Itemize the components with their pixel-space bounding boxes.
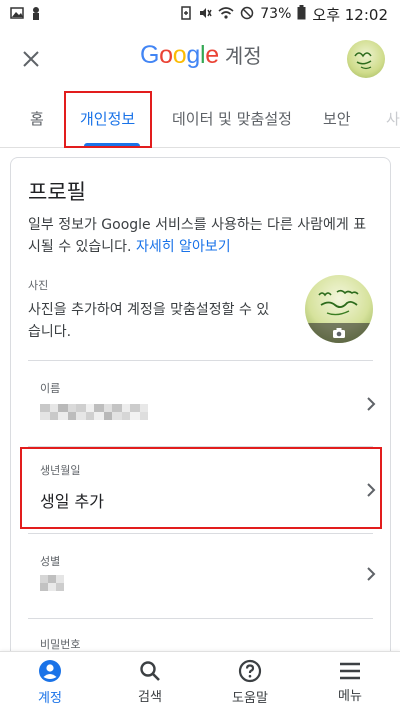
google-wordmark: Google bbox=[140, 41, 219, 70]
mute-icon bbox=[198, 6, 212, 23]
tab-bar: 홈 개인정보 데이터 및 맞춤설정 보안 사 bbox=[0, 88, 400, 148]
account-avatar[interactable] bbox=[347, 40, 385, 78]
tab-label: 홈 bbox=[30, 109, 44, 128]
google-account-logo: Google 계정 bbox=[140, 40, 262, 70]
learn-more-link[interactable]: 자세히 알아보기 bbox=[136, 239, 231, 255]
close-button[interactable] bbox=[16, 44, 46, 74]
avatar-artwork bbox=[354, 52, 372, 70]
gender-label: 성별 bbox=[40, 555, 61, 568]
close-icon bbox=[23, 51, 39, 67]
person-notification-icon bbox=[30, 6, 42, 23]
nav-label: 계정 bbox=[38, 690, 62, 706]
nav-search[interactable]: 검색 bbox=[100, 652, 200, 711]
tab-label: 사 bbox=[386, 109, 400, 128]
gallery-notification-icon bbox=[10, 6, 24, 23]
search-icon bbox=[140, 660, 160, 681]
divider bbox=[28, 618, 373, 619]
highlight-box-birthday bbox=[20, 447, 382, 529]
gender-value-redacted bbox=[40, 575, 64, 583]
name-value-redacted bbox=[40, 404, 148, 412]
battery-percent: 73% bbox=[260, 6, 292, 22]
password-label: 비밀번호 bbox=[40, 638, 81, 651]
bottom-navigation: 계정 검색 도움말 메뉴 bbox=[0, 651, 400, 711]
highlight-box-tab bbox=[64, 91, 152, 148]
nav-help[interactable]: 도움말 bbox=[200, 652, 300, 711]
do-not-disturb-icon bbox=[240, 6, 254, 23]
tab-data-personalization[interactable]: 데이터 및 맞춤설정 bbox=[172, 88, 292, 148]
chevron-right-icon bbox=[367, 567, 376, 581]
wordmark-letter: G bbox=[140, 41, 160, 69]
photo-description: 사진을 추가하여 계정을 맞춤설정할 수 있습니다. bbox=[28, 302, 270, 340]
divider bbox=[28, 360, 373, 361]
photo-label: 사진 bbox=[28, 279, 49, 292]
menu-icon bbox=[340, 662, 360, 679]
clock: 오후 12:02 bbox=[312, 5, 388, 24]
tab-home[interactable]: 홈 bbox=[30, 88, 44, 148]
nav-menu[interactable]: 메뉴 bbox=[300, 652, 400, 711]
wifi-icon bbox=[218, 6, 234, 23]
tab-label: 보안 bbox=[323, 109, 351, 128]
tab-people-sharing[interactable]: 사 bbox=[386, 88, 400, 148]
divider bbox=[28, 533, 373, 534]
app-header: Google 계정 bbox=[0, 28, 400, 88]
profile-title: 프로필 bbox=[28, 180, 86, 204]
wordmark-letter: o bbox=[159, 41, 173, 69]
profile-photo[interactable] bbox=[305, 275, 373, 343]
help-icon bbox=[238, 659, 262, 682]
status-bar: 73% 오후 12:02 bbox=[0, 0, 400, 28]
account-icon bbox=[39, 659, 61, 682]
name-value-redacted-2 bbox=[40, 412, 148, 420]
nav-label: 검색 bbox=[138, 689, 162, 705]
wordmark-letter: o bbox=[172, 41, 187, 69]
gender-row[interactable]: 성별 bbox=[12, 535, 389, 617]
battery-saver-icon bbox=[180, 5, 192, 23]
password-row[interactable]: 비밀번호 bbox=[12, 620, 389, 651]
camera-icon bbox=[333, 328, 345, 338]
nav-label: 메뉴 bbox=[338, 688, 362, 704]
name-label: 이름 bbox=[40, 382, 61, 395]
nav-label: 도움말 bbox=[232, 690, 268, 706]
camera-overlay bbox=[305, 323, 373, 343]
wordmark-letter: g bbox=[186, 41, 200, 69]
chevron-right-icon bbox=[367, 397, 376, 411]
gender-value-redacted-2 bbox=[40, 583, 64, 591]
battery-icon bbox=[297, 5, 306, 23]
tab-label: 데이터 및 맞춤설정 bbox=[172, 109, 292, 128]
profile-description: 일부 정보가 Google 서비스를 사용하는 다른 사람에게 표시될 수 있습… bbox=[28, 214, 373, 258]
wordmark-letter: e bbox=[205, 41, 219, 69]
name-row[interactable]: 이름 bbox=[12, 364, 389, 446]
tab-security[interactable]: 보안 bbox=[323, 88, 351, 148]
nav-account[interactable]: 계정 bbox=[0, 652, 100, 711]
account-label: 계정 bbox=[224, 44, 262, 68]
